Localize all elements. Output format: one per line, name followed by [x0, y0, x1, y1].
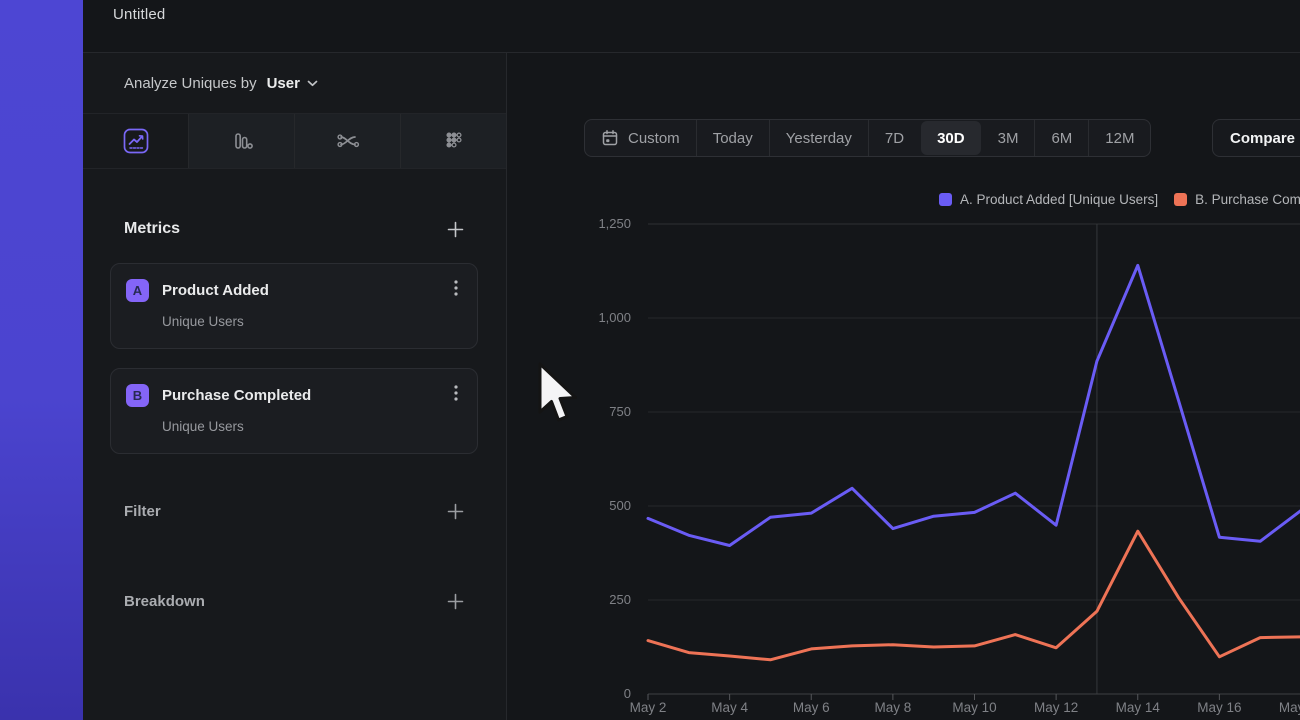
- x-axis-label: May 8: [858, 700, 928, 715]
- tab-grid-view[interactable]: [400, 114, 506, 168]
- legend-swatch: [1174, 193, 1187, 206]
- metric-menu-button[interactable]: [450, 382, 462, 409]
- x-axis-label: May 14: [1103, 700, 1173, 715]
- metric-subtitle: Unique Users: [162, 419, 462, 434]
- flow-chart-icon: [335, 128, 361, 154]
- range-label: 30D: [937, 130, 965, 147]
- date-range-control: Custom Today Yesterday 7D 30D 3M 6M 12M: [584, 119, 1151, 157]
- y-axis-label: 500: [561, 497, 631, 515]
- range-label: 12M: [1105, 130, 1134, 147]
- chart-type-tabs: [83, 114, 506, 169]
- user-dropdown-value: User: [267, 75, 300, 92]
- legend-swatch: [939, 193, 952, 206]
- line-chart-icon: [123, 128, 149, 154]
- range-label: Custom: [628, 130, 680, 147]
- grid-view-icon: [441, 128, 467, 154]
- y-axis-label: 1,000: [561, 309, 631, 327]
- kebab-icon: [454, 384, 458, 402]
- config-sidebar: Analyze Uniques by User Metrics A Product…: [83, 53, 507, 720]
- legend-item[interactable]: A. Product Added [Unique Users]: [939, 192, 1158, 207]
- x-axis-label: May 10: [940, 700, 1010, 715]
- metric-title: Purchase Completed: [162, 387, 311, 404]
- breakdown-header: Breakdown: [124, 583, 466, 619]
- line-chart[interactable]: [648, 224, 1300, 702]
- tab-flow-chart[interactable]: [294, 114, 400, 168]
- legend-label: A. Product Added [Unique Users]: [960, 192, 1158, 207]
- add-filter-button[interactable]: [444, 500, 466, 522]
- tab-line-chart[interactable]: [83, 114, 188, 168]
- y-axis-label: 1,250: [561, 215, 631, 233]
- plus-icon: [446, 220, 465, 239]
- x-axis-label: May 2: [613, 700, 683, 715]
- metrics-header: Metrics: [124, 211, 466, 247]
- x-axis-label: May 12: [1021, 700, 1091, 715]
- legend-item[interactable]: B. Purchase Completed [Unique Users]: [1174, 192, 1300, 207]
- metric-letter-badge: A: [126, 279, 149, 302]
- range-3m[interactable]: 3M: [982, 120, 1035, 156]
- kebab-icon: [454, 279, 458, 297]
- filter-header: Filter: [124, 493, 466, 529]
- plus-icon: [446, 502, 465, 521]
- user-dropdown[interactable]: User: [267, 75, 318, 92]
- series-line: [648, 265, 1300, 545]
- breakdown-title: Breakdown: [124, 593, 205, 610]
- metrics-title: Metrics: [124, 220, 180, 238]
- chart-legend: A. Product Added [Unique Users] B. Purcha…: [939, 192, 1300, 207]
- x-axis-label: May 18: [1266, 700, 1300, 715]
- chart-panel: Custom Today Yesterday 7D 30D 3M 6M 12M Compare…: [507, 53, 1300, 720]
- compare-button[interactable]: Compare: [1212, 119, 1300, 157]
- range-yesterday[interactable]: Yesterday: [769, 120, 868, 156]
- range-label: Today: [713, 130, 753, 147]
- y-axis-label: 250: [561, 591, 631, 609]
- range-30d[interactable]: 30D: [921, 121, 981, 155]
- mouse-cursor: [537, 362, 579, 426]
- range-12m[interactable]: 12M: [1088, 120, 1150, 156]
- report-title[interactable]: Untitled: [113, 6, 165, 23]
- metric-card[interactable]: B Purchase Completed Unique Users: [110, 368, 478, 454]
- x-axis-label: May 16: [1184, 700, 1254, 715]
- x-axis-label: May 4: [695, 700, 765, 715]
- bar-chart-icon: [229, 128, 255, 154]
- range-7d[interactable]: 7D: [868, 120, 920, 156]
- range-label: 6M: [1051, 130, 1072, 147]
- background-accent-strip: [0, 0, 83, 720]
- range-6m[interactable]: 6M: [1034, 120, 1088, 156]
- metric-title: Product Added: [162, 282, 269, 299]
- range-today[interactable]: Today: [696, 120, 769, 156]
- legend-label: B. Purchase Completed [Unique Users]: [1195, 192, 1300, 207]
- filter-title: Filter: [124, 503, 161, 520]
- series-line: [648, 531, 1300, 660]
- chevron-down-icon: [307, 80, 318, 87]
- range-label: Yesterday: [786, 130, 852, 147]
- range-label: 3M: [998, 130, 1019, 147]
- range-custom[interactable]: Custom: [585, 120, 696, 156]
- tab-bar-chart[interactable]: [188, 114, 294, 168]
- metric-menu-button[interactable]: [450, 277, 462, 304]
- metric-letter-badge: B: [126, 384, 149, 407]
- add-metric-button[interactable]: [444, 218, 466, 240]
- analyze-label: Analyze Uniques by: [124, 75, 257, 92]
- calendar-icon: [601, 129, 619, 147]
- x-axis-label: May 6: [776, 700, 846, 715]
- top-bar: Untitled: [83, 0, 1300, 53]
- app-window: Untitled Analyze Uniques by User Metrics…: [83, 0, 1300, 720]
- metric-card[interactable]: A Product Added Unique Users: [110, 263, 478, 349]
- add-breakdown-button[interactable]: [444, 590, 466, 612]
- plus-icon: [446, 592, 465, 611]
- analyze-row: Analyze Uniques by User: [83, 53, 506, 114]
- range-label: 7D: [885, 130, 904, 147]
- metric-subtitle: Unique Users: [162, 314, 462, 329]
